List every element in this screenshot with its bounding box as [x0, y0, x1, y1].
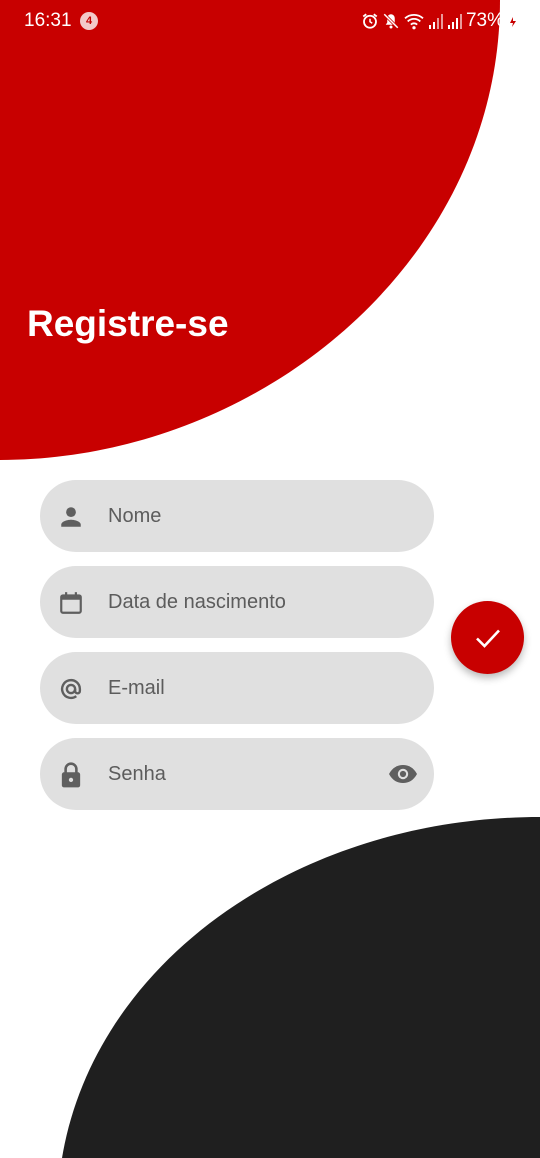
alarm-icon — [362, 13, 378, 29]
page-title: Registre-se — [27, 303, 229, 344]
mute-icon — [383, 13, 399, 29]
signal-icon — [428, 14, 443, 29]
battery-percentage: 73% — [465, 10, 504, 31]
check-icon — [475, 629, 500, 648]
birthdate-field — [40, 566, 434, 638]
notification-badge: 4 — [80, 12, 98, 30]
email-input[interactable] — [108, 652, 378, 724]
password-input[interactable] — [108, 738, 378, 810]
password-visibility-toggle[interactable] — [388, 761, 418, 787]
name-input[interactable] — [108, 480, 378, 552]
email-field — [40, 652, 434, 724]
lock-icon — [58, 762, 84, 788]
at-icon — [58, 676, 84, 702]
red-header-shape — [0, 0, 500, 460]
status-icons: 73% — [361, 10, 518, 32]
eye-icon — [389, 765, 417, 783]
person-icon — [58, 504, 84, 530]
wifi-icon — [404, 14, 424, 30]
register-form — [40, 480, 434, 824]
submit-button[interactable] — [451, 601, 524, 674]
calendar-icon — [58, 590, 84, 616]
signal-icon — [447, 14, 462, 29]
password-field — [40, 738, 434, 810]
birthdate-input[interactable] — [108, 566, 378, 638]
status-bar: 16:31 4 73% — [0, 0, 540, 42]
status-time: 16:31 — [24, 10, 72, 31]
dark-bottom-shape — [62, 817, 540, 1158]
battery-charging-icon — [507, 12, 518, 30]
name-field — [40, 480, 434, 552]
